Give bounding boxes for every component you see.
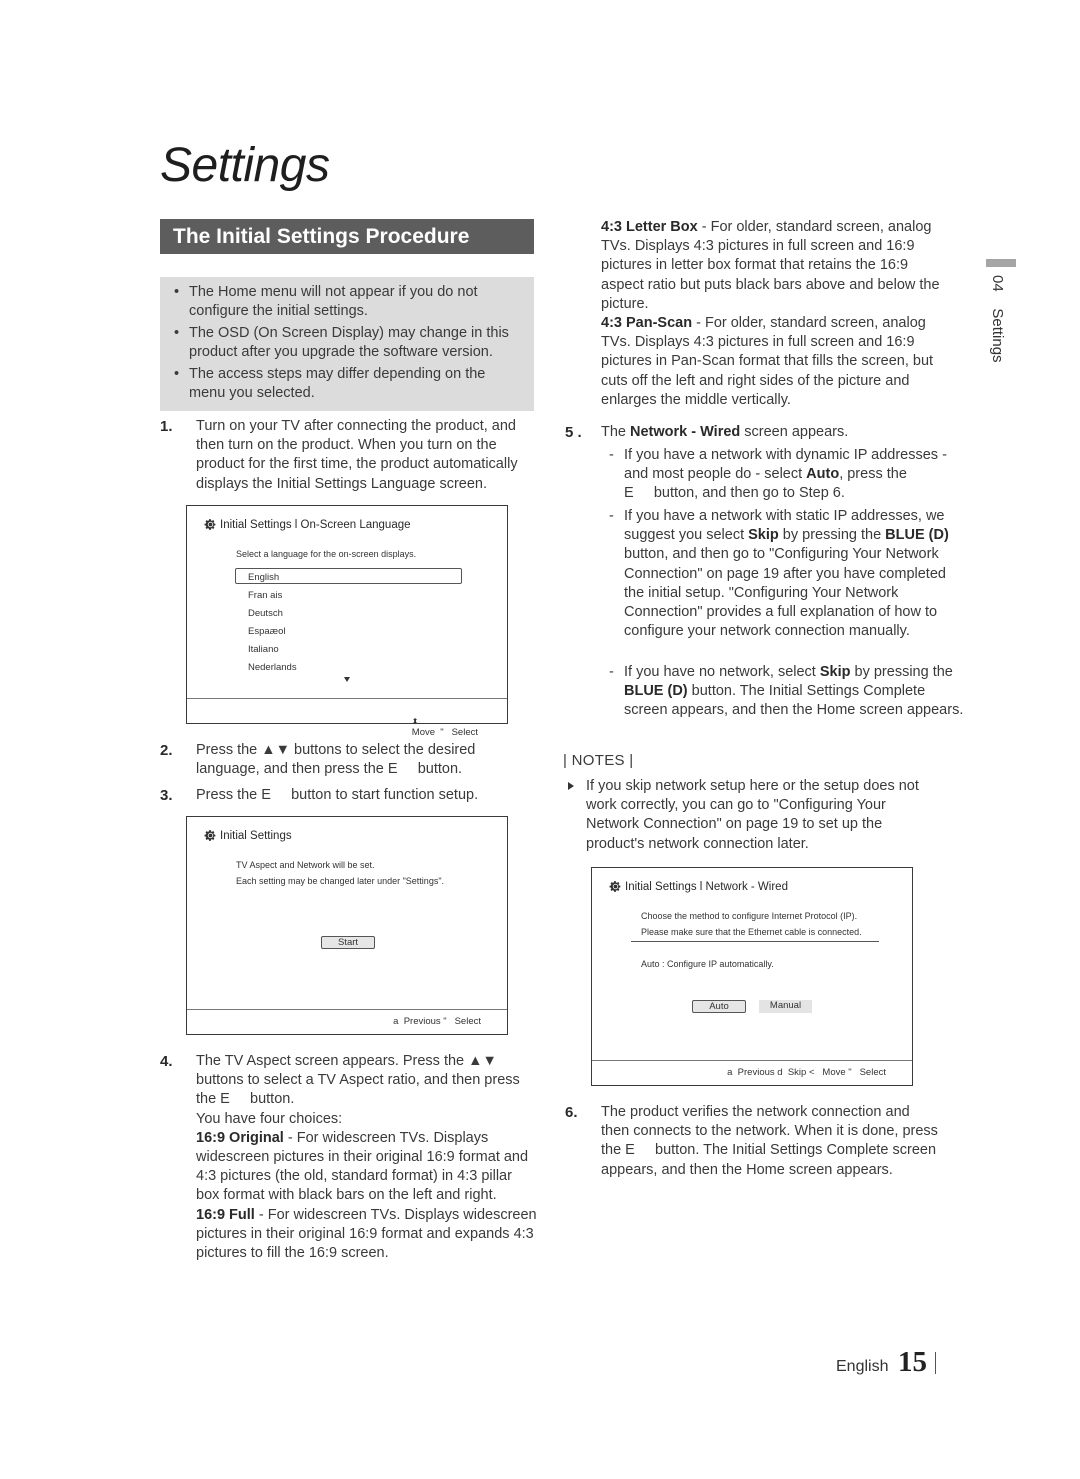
osd-title: Initial Settings l Network - Wired — [609, 880, 788, 893]
auto-button[interactable]: Auto — [692, 1000, 746, 1013]
aspect-option: 4:3 Letter Box - For older, standard scr… — [601, 219, 940, 312]
osd-footer-hints: Move " Select — [411, 727, 478, 738]
osd-line-1: Choose the method to configure Internet … — [641, 911, 858, 921]
gear-icon — [204, 519, 216, 530]
osd-network-wired-screen: Initial Settings l Network - Wired Choos… — [591, 867, 913, 1086]
osd-prompt: Select a language for the on-screen disp… — [236, 549, 417, 559]
language-option[interactable]: Italiano — [248, 644, 279, 655]
gear-icon — [609, 881, 621, 892]
step-text: Turn on your TV after connecting the pro… — [196, 418, 518, 492]
step-number: 3. — [160, 787, 173, 804]
osd-initial-settings-screen: Initial Settings TV Aspect and Network w… — [186, 816, 508, 1035]
osd-line-2: Each setting may be changed later under … — [236, 876, 445, 886]
osd-footer: a Previous d Skip < Move " Select — [592, 1060, 912, 1085]
updown-arrows-icon: ⬍ — [411, 717, 419, 726]
bullet-icon: • — [174, 284, 180, 300]
osd-line-1: TV Aspect and Network will be set. — [236, 860, 375, 870]
language-option[interactable]: English — [248, 572, 279, 583]
bullet-icon: • — [174, 325, 180, 341]
language-option[interactable]: Fran ais — [248, 590, 282, 601]
language-option[interactable]: Espaæol — [248, 626, 286, 637]
step-text: The TV Aspect screen appears. Press the … — [196, 1053, 520, 1108]
osd-description: Auto : Configure IP automatically. — [641, 959, 774, 969]
step-number: 5 . — [565, 424, 582, 441]
language-option[interactable]: Nederlands — [248, 662, 297, 673]
osd-footer-hints: a Previous " Select — [393, 1016, 481, 1027]
osd-footer: ⬍ Move " Select — [187, 698, 507, 738]
osd-language-screen: Initial Settings l On-Screen Language Se… — [186, 505, 508, 738]
step-number: 4. — [160, 1053, 173, 1070]
note-item: • The OSD (On Screen Display) may change … — [174, 325, 509, 360]
note-item: • The access steps may differ depending o… — [174, 366, 486, 401]
osd-title: Initial Settings — [204, 829, 292, 842]
step-text: Press the E — [196, 787, 271, 803]
chapter-tab-marker — [986, 259, 1016, 267]
step-5-item: - If you have a network with static IP a… — [609, 508, 949, 640]
preliminary-notes-box: • The Home menu will not appear if you do… — [160, 277, 534, 411]
step-5-item: - If you have no network, select Skip by… — [609, 664, 964, 719]
note-item: • The Home menu will not appear if you do… — [174, 284, 478, 319]
osd-footer-hints: a Previous d Skip < Move " Select — [727, 1067, 886, 1078]
triangle-bullet-icon — [568, 782, 574, 790]
aspect-option: 16:9 Full - For widescreen TVs. Displays… — [196, 1206, 537, 1262]
start-button[interactable]: Start — [321, 936, 375, 949]
osd-line-2: Please make sure that the Ethernet cable… — [641, 927, 862, 937]
divider — [631, 941, 879, 942]
scroll-down-icon[interactable] — [344, 677, 350, 682]
osd-footer: a Previous " Select — [187, 1009, 507, 1034]
step-5-item: - If you have a network with dynamic IP … — [609, 447, 947, 502]
aspect-options-continued: 4:3 Letter Box - For older, standard scr… — [601, 218, 946, 410]
step-number: 6. — [565, 1104, 578, 1121]
page-title: Settings — [160, 139, 330, 192]
bullet-icon: • — [174, 366, 180, 382]
notes-heading: | NOTES | — [563, 752, 634, 769]
language-option[interactable]: Deutsch — [248, 608, 283, 619]
gear-icon — [204, 830, 216, 841]
section-title: The Initial Settings Procedure — [160, 219, 534, 254]
step-number: 2. — [160, 742, 173, 759]
footer-divider — [935, 1352, 936, 1374]
page-number: 15 — [898, 1346, 927, 1378]
choices-intro: You have four choices: — [196, 1110, 343, 1127]
osd-title: Initial Settings l On-Screen Language — [204, 518, 411, 531]
footer-language: English — [836, 1358, 889, 1375]
aspect-option: 16:9 Original - For widescreen TVs. Disp… — [196, 1129, 529, 1204]
step-number: 1. — [160, 418, 173, 435]
manual-button[interactable]: Manual — [759, 1000, 812, 1013]
chapter-tab-label: 04 Settings — [989, 275, 1006, 363]
aspect-option: 4:3 Pan-Scan - For older, standard scree… — [601, 315, 934, 408]
